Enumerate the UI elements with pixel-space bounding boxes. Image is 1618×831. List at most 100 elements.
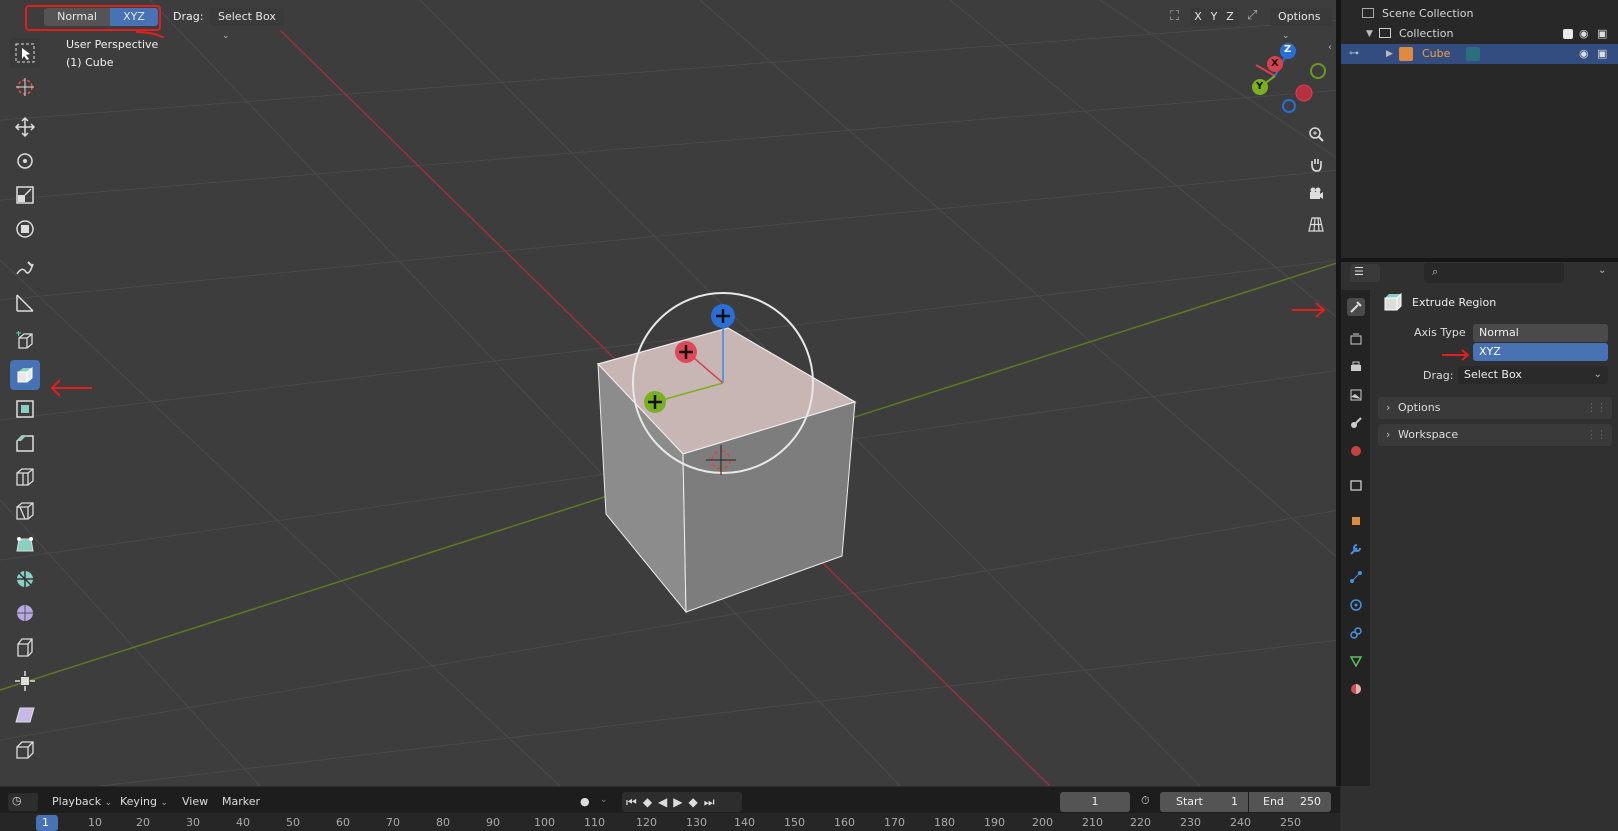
- mesh-data-icon[interactable]: [1466, 47, 1480, 61]
- drag-select-dropdown[interactable]: Select Box ⌄: [210, 8, 284, 41]
- camera-icon[interactable]: ▣: [1597, 44, 1607, 64]
- view-menu[interactable]: View: [182, 793, 208, 811]
- knife-tool-button[interactable]: [10, 496, 40, 526]
- keying-menu[interactable]: Keying ⌄: [120, 793, 168, 811]
- select-cursor-icon: [15, 43, 35, 63]
- move-tool-button[interactable]: [10, 112, 40, 142]
- frame-number-label: 150: [784, 816, 805, 829]
- cube-row[interactable]: ⊶ ▶ Cube ◉ ▣: [1341, 44, 1618, 64]
- extrude-region-tool-button[interactable]: [10, 360, 40, 390]
- bevel-tool-button[interactable]: [10, 428, 40, 458]
- loop-cut-tool-button[interactable]: [10, 462, 40, 492]
- eye-icon[interactable]: ◉: [1579, 24, 1589, 44]
- view-layer-tab-icon[interactable]: [1347, 386, 1365, 404]
- extrude-region-icon: [17, 366, 33, 383]
- mesh-data-tab-icon[interactable]: [1347, 652, 1365, 670]
- object-tab-icon[interactable]: [1347, 512, 1365, 530]
- mirror-z-toggle[interactable]: Z: [1222, 8, 1238, 26]
- zoom-icon[interactable]: [1304, 122, 1328, 146]
- smooth-tool-button[interactable]: [10, 598, 40, 628]
- drag-select-dropdown[interactable]: Select Box ⌄: [1458, 366, 1608, 384]
- current-frame-field[interactable]: 1: [1060, 792, 1130, 812]
- mirror-x-toggle[interactable]: X: [1190, 8, 1206, 26]
- select-tool-button[interactable]: [10, 38, 40, 68]
- gizmo-z-label[interactable]: Z: [1284, 44, 1291, 55]
- constraints-tab-icon[interactable]: [1347, 624, 1365, 642]
- disclosure-triangle-icon[interactable]: ▼: [1366, 24, 1373, 44]
- pan-hand-icon[interactable]: [1304, 152, 1328, 176]
- playback-menu[interactable]: Playback ⌄: [52, 793, 112, 811]
- shrink-fatten-tool-button[interactable]: [10, 666, 40, 696]
- prev-keyframe-icon[interactable]: ◆: [643, 795, 658, 809]
- edge-slide-tool-button[interactable]: [10, 632, 40, 662]
- collection-row[interactable]: ▼ Collection ◉ ▣: [1341, 24, 1618, 44]
- physics-tab-icon[interactable]: [1347, 596, 1365, 614]
- options-panel-header[interactable]: › Options ⋮⋮: [1378, 397, 1612, 419]
- play-reverse-icon[interactable]: ◀: [658, 795, 673, 809]
- frame-number-label: 100: [534, 816, 555, 829]
- properties-search-field[interactable]: ⌕: [1424, 263, 1564, 283]
- jump-end-icon[interactable]: ⏭: [704, 795, 721, 809]
- mirror-y-toggle[interactable]: Y: [1206, 8, 1222, 26]
- editor-type-dropdown[interactable]: ◷: [8, 793, 38, 811]
- end-frame-field[interactable]: End 250: [1249, 792, 1331, 812]
- drag-handle-icon[interactable]: ⋮⋮: [1586, 397, 1607, 419]
- axis-type-normal-option[interactable]: Normal: [1473, 324, 1608, 342]
- jump-start-icon[interactable]: ⏮: [626, 795, 643, 809]
- modifier-wrench-icon[interactable]: [1347, 540, 1365, 558]
- poly-build-tool-button[interactable]: [10, 530, 40, 560]
- marker-menu[interactable]: Marker: [222, 793, 260, 811]
- next-keyframe-icon[interactable]: ◆: [689, 795, 704, 809]
- workspace-panel-header[interactable]: › Workspace ⋮⋮: [1378, 424, 1612, 446]
- frame-number-label: 240: [1230, 816, 1251, 829]
- end-label: End: [1263, 795, 1284, 808]
- checkbox-icon[interactable]: [1563, 29, 1573, 39]
- scene-collection-row[interactable]: Scene Collection: [1341, 4, 1618, 24]
- render-tab-icon[interactable]: [1347, 330, 1365, 348]
- measure-tool-button[interactable]: [10, 288, 40, 318]
- 3d-viewport[interactable]: Z X Y User Perspective (1) Cube Normal X…: [0, 0, 1340, 786]
- stopwatch-icon[interactable]: ⏱: [1141, 794, 1150, 808]
- collection-tab-icon[interactable]: [1347, 476, 1365, 494]
- frame-number-label: 140: [734, 816, 755, 829]
- eye-icon[interactable]: ◉: [1579, 44, 1589, 64]
- spin-tool-button[interactable]: [10, 564, 40, 594]
- chevron-right-icon: ›: [1386, 428, 1391, 441]
- output-tab-icon[interactable]: [1347, 358, 1365, 376]
- mirror-icon[interactable]: ⛶: [1170, 9, 1179, 24]
- chevron-down-icon[interactable]: ⌄: [1598, 265, 1606, 276]
- camera-view-icon[interactable]: [1304, 182, 1328, 206]
- frame-number-label: 210: [1082, 816, 1103, 829]
- particles-tab-icon[interactable]: [1347, 568, 1365, 586]
- material-tab-icon[interactable]: [1347, 680, 1365, 698]
- rotate-tool-button[interactable]: [10, 146, 40, 176]
- options-dropdown[interactable]: Options ⌄: [1270, 8, 1332, 41]
- gizmo-y-label[interactable]: Y: [1256, 81, 1263, 92]
- options-panel-label: Options: [1398, 401, 1441, 414]
- chevron-down-icon[interactable]: ⌄: [600, 795, 608, 805]
- shear-tool-button[interactable]: [10, 700, 40, 730]
- auto-merge-icon[interactable]: ⤢: [1247, 8, 1257, 23]
- transform-tool-button[interactable]: [10, 214, 40, 244]
- disclosure-triangle-icon[interactable]: ▶: [1386, 44, 1393, 64]
- tool-tab-icon[interactable]: [1347, 298, 1365, 316]
- record-icon[interactable]: ●: [580, 795, 590, 808]
- play-icon[interactable]: ▶: [673, 795, 688, 809]
- chevron-down-icon: ⌄: [222, 31, 230, 41]
- start-frame-field[interactable]: Start 1: [1160, 792, 1248, 812]
- collapse-sidebar-icon[interactable]: ‹: [1328, 42, 1332, 53]
- axis-type-xyz-option[interactable]: XYZ: [1473, 343, 1608, 361]
- cursor-tool-button[interactable]: [10, 72, 40, 102]
- inset-faces-tool-button[interactable]: [10, 394, 40, 424]
- world-tab-icon[interactable]: [1347, 442, 1365, 460]
- annotate-tool-button[interactable]: [10, 254, 40, 284]
- add-cube-tool-button[interactable]: [10, 326, 40, 356]
- scale-tool-button[interactable]: [10, 180, 40, 210]
- rip-region-tool-button[interactable]: [10, 734, 40, 764]
- perspective-toggle-icon[interactable]: [1304, 212, 1328, 236]
- scene-tab-icon[interactable]: [1347, 414, 1365, 432]
- editor-type-dropdown[interactable]: ☰: [1350, 264, 1380, 282]
- gizmo-x-label[interactable]: X: [1271, 58, 1279, 69]
- drag-handle-icon[interactable]: ⋮⋮: [1586, 424, 1607, 446]
- camera-icon[interactable]: ▣: [1597, 24, 1607, 44]
